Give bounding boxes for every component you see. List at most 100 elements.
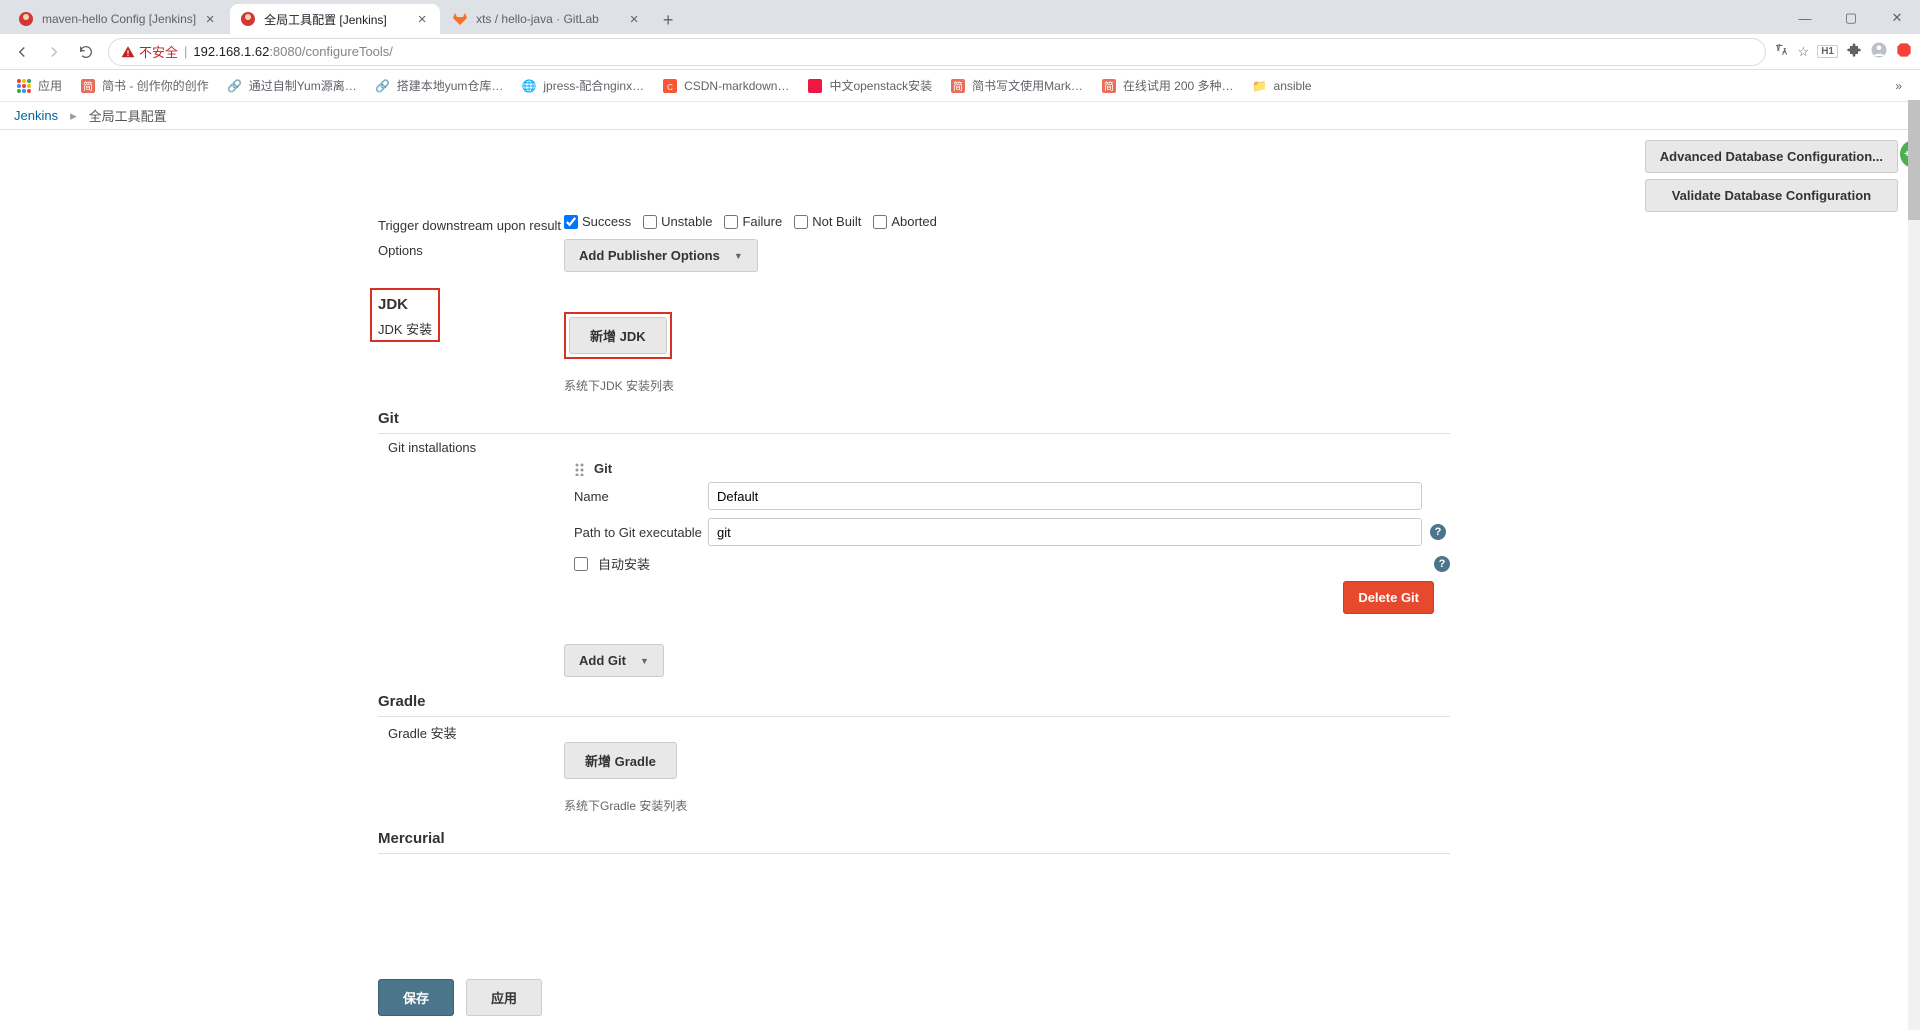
- help-icon[interactable]: ?: [1430, 524, 1446, 540]
- window-controls: ― ▢ ✕: [1782, 2, 1920, 34]
- jdk-install-label: JDK 安装: [374, 315, 432, 338]
- scrollbar-thumb[interactable]: [1908, 100, 1920, 220]
- validate-db-config-button[interactable]: Validate Database Configuration: [1645, 179, 1898, 212]
- delete-git-button[interactable]: Delete Git: [1343, 581, 1434, 614]
- browser-tabbar: maven-hello Config [Jenkins] × 全局工具配置 [J…: [0, 0, 1920, 34]
- trigger-success-checkbox[interactable]: Success: [564, 214, 631, 229]
- tab-title: maven-hello Config [Jenkins]: [42, 12, 196, 26]
- jianshu-icon: 简: [950, 78, 966, 94]
- globe-icon: 🌐: [521, 78, 537, 94]
- back-button[interactable]: [8, 38, 36, 66]
- extension-badge[interactable]: H1: [1817, 45, 1838, 58]
- svg-text:简: 简: [953, 80, 963, 93]
- bookmark-item[interactable]: 中文openstack安装: [801, 77, 938, 94]
- trigger-unstable-checkbox[interactable]: Unstable: [643, 214, 712, 229]
- browser-tab-active[interactable]: 全局工具配置 [Jenkins] ×: [230, 4, 440, 34]
- address-bar-row: 不安全 | 192.168.1.62 :8080 /configureTools…: [0, 34, 1920, 70]
- page-content: Advanced Database Configuration... Valid…: [0, 130, 1920, 1030]
- options-label: Options: [378, 239, 564, 258]
- jianshu-icon: 简: [1101, 78, 1117, 94]
- vertical-scrollbar[interactable]: [1908, 100, 1920, 1030]
- url-separator: |: [184, 44, 187, 59]
- svg-text:简: 简: [83, 80, 93, 93]
- add-git-button[interactable]: Add Git: [564, 644, 664, 677]
- jenkins-icon: [240, 11, 256, 27]
- gitlab-icon: [452, 11, 468, 27]
- apps-icon: [16, 78, 32, 94]
- adblock-icon[interactable]: [1896, 42, 1912, 61]
- close-icon[interactable]: ×: [414, 11, 430, 27]
- gradle-section-header: Gradle: [378, 693, 1450, 717]
- address-bar[interactable]: 不安全 | 192.168.1.62 :8080 /configureTools…: [108, 38, 1766, 66]
- git-path-input[interactable]: [708, 518, 1422, 546]
- jdk-helper-text: 系统下JDK 安装列表: [564, 377, 674, 394]
- openstack-icon: [807, 78, 823, 94]
- bookmark-item[interactable]: 简简书写文使用Mark…: [944, 77, 1089, 94]
- forward-button[interactable]: [40, 38, 68, 66]
- breadcrumb-current: 全局工具配置: [89, 106, 167, 125]
- git-tool-name: Git: [594, 461, 612, 476]
- add-publisher-options-button[interactable]: Add Publisher Options: [564, 239, 758, 272]
- git-section-header: Git: [378, 410, 1450, 434]
- extensions-icon[interactable]: [1846, 42, 1862, 61]
- bookmark-item[interactable]: 简在线试用 200 多种…: [1095, 77, 1240, 94]
- advanced-db-config-button[interactable]: Advanced Database Configuration...: [1645, 140, 1898, 173]
- help-icon[interactable]: ?: [1434, 556, 1450, 572]
- bookmarks-overflow[interactable]: »: [1887, 79, 1910, 93]
- tab-title: 全局工具配置 [Jenkins]: [264, 11, 408, 28]
- bookmark-item[interactable]: 🌐jpress-配合nginx…: [515, 77, 650, 94]
- link-icon: 🔗: [375, 78, 391, 94]
- browser-tab[interactable]: xts / hello-java · GitLab ×: [442, 4, 652, 34]
- git-name-label: Name: [574, 489, 708, 504]
- gradle-install-label: Gradle 安装: [378, 719, 1450, 742]
- apps-label: 应用: [38, 77, 62, 94]
- insecure-label: 不安全: [139, 42, 178, 61]
- svg-text:简: 简: [1104, 80, 1114, 93]
- jenkins-icon: [18, 11, 34, 27]
- minimize-button[interactable]: ―: [1782, 2, 1828, 34]
- folder-icon: 📁: [1252, 78, 1268, 94]
- mercurial-section-header: Mercurial: [378, 830, 1450, 854]
- translate-icon[interactable]: [1774, 42, 1790, 61]
- bottom-action-bar: 保存 应用: [378, 965, 1920, 1030]
- bookmark-item[interactable]: 📁ansible: [1246, 78, 1318, 94]
- bookmark-item[interactable]: 简简书 - 创作你的创作: [74, 77, 215, 94]
- new-tab-button[interactable]: +: [654, 6, 682, 34]
- star-icon[interactable]: ☆: [1798, 44, 1810, 60]
- close-icon[interactable]: ×: [626, 11, 642, 27]
- bookmark-item[interactable]: 🔗搭建本地yum仓库…: [369, 77, 510, 94]
- trigger-notbuilt-checkbox[interactable]: Not Built: [794, 214, 861, 229]
- insecure-badge: 不安全: [121, 42, 178, 61]
- trigger-failure-checkbox[interactable]: Failure: [724, 214, 782, 229]
- bookmark-item[interactable]: 🔗通过自制Yum源离…: [221, 77, 363, 94]
- breadcrumb-root[interactable]: Jenkins: [14, 108, 58, 123]
- tab-title: xts / hello-java · GitLab: [476, 12, 620, 26]
- breadcrumb: Jenkins ▸ 全局工具配置: [0, 102, 1920, 130]
- close-window-button[interactable]: ✕: [1874, 2, 1920, 34]
- add-jdk-button[interactable]: 新增 JDK: [569, 317, 667, 354]
- url-port: :8080: [269, 44, 302, 59]
- maximize-button[interactable]: ▢: [1828, 2, 1874, 34]
- jianshu-icon: 简: [80, 78, 96, 94]
- bookmark-item[interactable]: CCSDN-markdown…: [656, 78, 795, 94]
- csdn-icon: C: [662, 78, 678, 94]
- profile-icon[interactable]: [1870, 41, 1888, 62]
- auto-install-checkbox[interactable]: 自动安装: [574, 554, 650, 573]
- apply-button[interactable]: 应用: [466, 979, 542, 1016]
- link-icon: 🔗: [227, 78, 243, 94]
- close-icon[interactable]: ×: [202, 11, 218, 27]
- drag-handle-icon[interactable]: [574, 462, 588, 476]
- add-gradle-button[interactable]: 新增 Gradle: [564, 742, 677, 779]
- browser-tab[interactable]: maven-hello Config [Jenkins] ×: [8, 4, 228, 34]
- apps-button[interactable]: 应用: [10, 77, 68, 94]
- git-name-input[interactable]: [708, 482, 1422, 510]
- url-path: /configureTools/: [302, 44, 393, 59]
- save-button[interactable]: 保存: [378, 979, 454, 1016]
- git-installations-label: Git installations: [378, 436, 1450, 455]
- trigger-label: Trigger downstream upon result: [378, 214, 564, 233]
- url-host: 192.168.1.62: [193, 44, 269, 59]
- reload-button[interactable]: [72, 38, 100, 66]
- trigger-aborted-checkbox[interactable]: Aborted: [873, 214, 937, 229]
- gradle-helper-text: 系统下Gradle 安装列表: [564, 797, 687, 814]
- top-button-group: Advanced Database Configuration... Valid…: [1645, 140, 1898, 212]
